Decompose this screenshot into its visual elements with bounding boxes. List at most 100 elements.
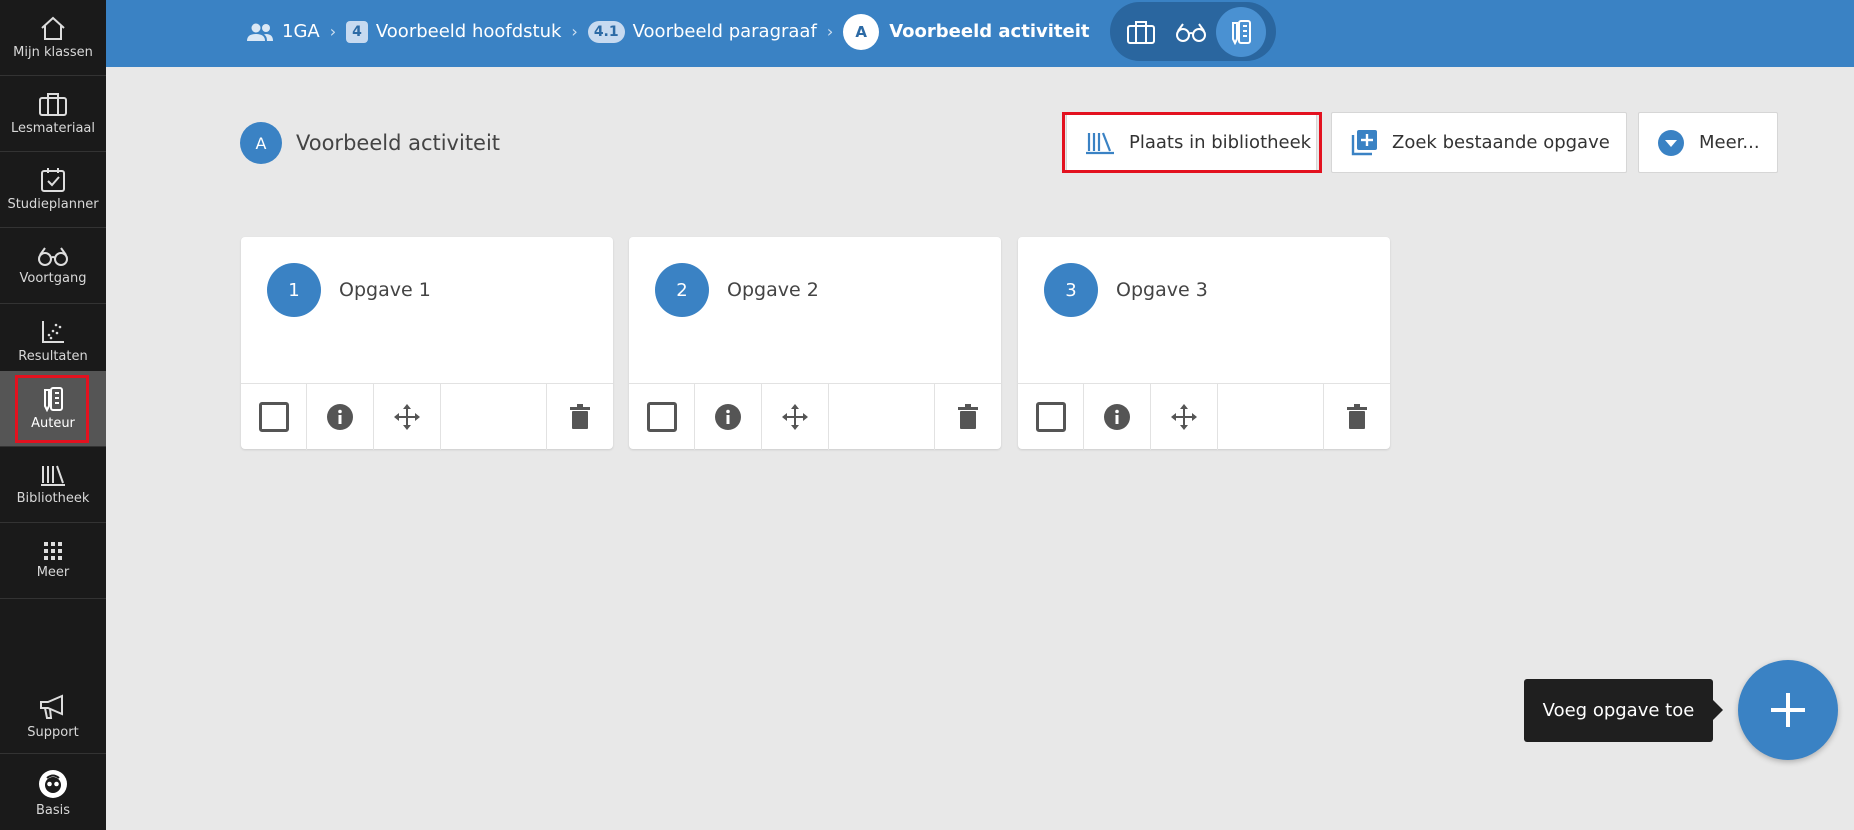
task-title: Opgave 3 [1116,279,1208,301]
paragraph-number-badge: 4.1 [587,20,625,43]
move-icon [394,404,420,430]
sidebar-item-mijn-klassen[interactable]: Mijn klassen [0,0,106,76]
mode-auteur-button[interactable] [1216,6,1266,57]
select-checkbox[interactable] [1018,384,1084,450]
home-icon [41,16,65,40]
delete-button[interactable] [546,384,613,450]
task-number-badge: 2 [655,263,709,317]
move-handle[interactable] [1151,384,1218,450]
delete-button[interactable] [934,384,1001,450]
select-checkbox[interactable] [241,384,307,450]
scatter-chart-icon [42,321,64,343]
people-icon [247,23,273,41]
breadcrumb-class-label: 1GA [282,21,320,42]
glasses-icon [38,247,68,266]
search-existing-task-button[interactable]: Zoek bestaande opgave [1331,112,1627,173]
move-handle[interactable] [762,384,829,450]
top-bar: 1GA › 4 Voorbeeld hoofdstuk › 4.1 Voorbe… [106,0,1854,67]
breadcrumb-activity-label: Voorbeeld activiteit [889,21,1090,42]
info-icon [715,404,741,430]
breadcrumb-class[interactable]: 1GA [246,21,320,42]
sidebar-item-basis[interactable]: Basis [0,756,106,830]
info-button[interactable] [1084,384,1151,450]
checkbox-icon [646,402,677,432]
sidebar-item-label: Voortgang [19,271,87,286]
library-icon [41,465,65,486]
breadcrumb-chapter[interactable]: 4 Voorbeeld hoofdstuk [346,20,562,43]
task-card-toolbar [629,383,1001,450]
checkbox-icon [258,402,289,432]
mode-switcher [1110,2,1276,61]
sidebar-item-label: Auteur [31,416,75,431]
task-card[interactable]: 2 Opgave 2 [629,237,1001,450]
sidebar-item-meer[interactable]: Meer [0,523,106,599]
sidebar-item-label: Support [27,725,79,740]
place-in-library-label: Plaats in bibliotheek [1129,132,1312,153]
avatar-icon [39,769,67,798]
checkbox-icon [1035,402,1066,432]
sidebar-item-voortgang[interactable]: Voortgang [0,228,106,304]
sidebar-item-auteur[interactable]: Auteur [0,371,106,447]
move-handle[interactable] [374,384,441,450]
author-edit-icon [1232,19,1251,45]
task-card[interactable]: 3 Opgave 3 [1018,237,1390,450]
select-checkbox[interactable] [629,384,695,450]
glasses-icon [1176,22,1206,42]
trash-icon [958,404,978,429]
sidebar-item-studieplanner[interactable]: Studieplanner [0,152,106,228]
more-button[interactable]: Meer... [1638,112,1778,173]
sidebar-item-bibliotheek[interactable]: Bibliotheek [0,447,106,523]
sidebar-item-resultaten[interactable]: Resultaten [0,304,106,380]
info-icon [1104,404,1130,430]
place-in-library-button[interactable]: Plaats in bibliotheek [1066,112,1317,173]
breadcrumb-paragraph[interactable]: 4.1 Voorbeeld paragraaf [587,20,817,43]
sidebar-item-label: Studieplanner [7,197,99,212]
search-existing-task-label: Zoek bestaande opgave [1392,132,1610,153]
task-number-badge: 1 [267,263,321,317]
activity-letter-badge: A [843,13,880,50]
sidebar-item-support[interactable]: Support [0,680,106,754]
sidebar: Mijn klassen Lesmateriaal Studieplanner … [0,0,106,830]
task-number-badge: 3 [1044,263,1098,317]
breadcrumb: 1GA › 4 Voorbeeld hoofdstuk › 4.1 Voorbe… [246,0,1089,63]
page-title-label: Voorbeeld activiteit [296,131,501,155]
sidebar-item-lesmateriaal[interactable]: Lesmateriaal [0,76,106,152]
task-title: Opgave 1 [339,279,431,301]
sidebar-item-label: Resultaten [18,349,88,364]
sidebar-item-label: Mijn klassen [13,45,93,60]
plus-icon [1771,693,1805,727]
breadcrumb-activity[interactable]: A Voorbeeld activiteit [843,13,1090,50]
sidebar-item-label: Basis [35,802,71,818]
sidebar-item-label: Meer [36,565,70,580]
task-card-header: 2 Opgave 2 [655,263,819,317]
task-card-header: 3 Opgave 3 [1044,263,1208,317]
task-card-header: 1 Opgave 1 [267,263,431,317]
add-task-tooltip: Voeg opgave toe [1524,679,1723,742]
info-button[interactable] [307,384,374,450]
task-card-toolbar [241,383,613,450]
mode-lesmateriaal-button[interactable] [1116,7,1166,57]
briefcase-icon [1127,20,1155,44]
info-icon [327,404,353,430]
task-card[interactable]: 1 Opgave 1 [241,237,613,450]
breadcrumb-chapter-label: Voorbeeld hoofdstuk [375,21,562,42]
grid-icon [44,542,62,560]
chapter-number-badge: 4 [346,20,368,43]
chevron-right-icon: › [826,22,834,41]
mode-voortgang-button[interactable] [1166,7,1216,57]
library-icon [1086,132,1114,154]
author-edit-icon [44,387,63,412]
add-task-button[interactable] [1738,660,1838,760]
task-title: Opgave 2 [727,279,819,301]
megaphone-icon [40,694,63,719]
add-copy-icon [1351,129,1377,155]
move-icon [782,404,808,430]
chevron-right-icon: › [571,22,578,41]
chevron-down-icon [1658,129,1684,156]
calendar-check-icon [41,168,65,192]
chevron-right-icon: › [329,22,337,41]
task-card-toolbar [1018,383,1390,450]
delete-button[interactable] [1323,384,1390,450]
briefcase-icon [39,93,67,116]
info-button[interactable] [695,384,762,450]
